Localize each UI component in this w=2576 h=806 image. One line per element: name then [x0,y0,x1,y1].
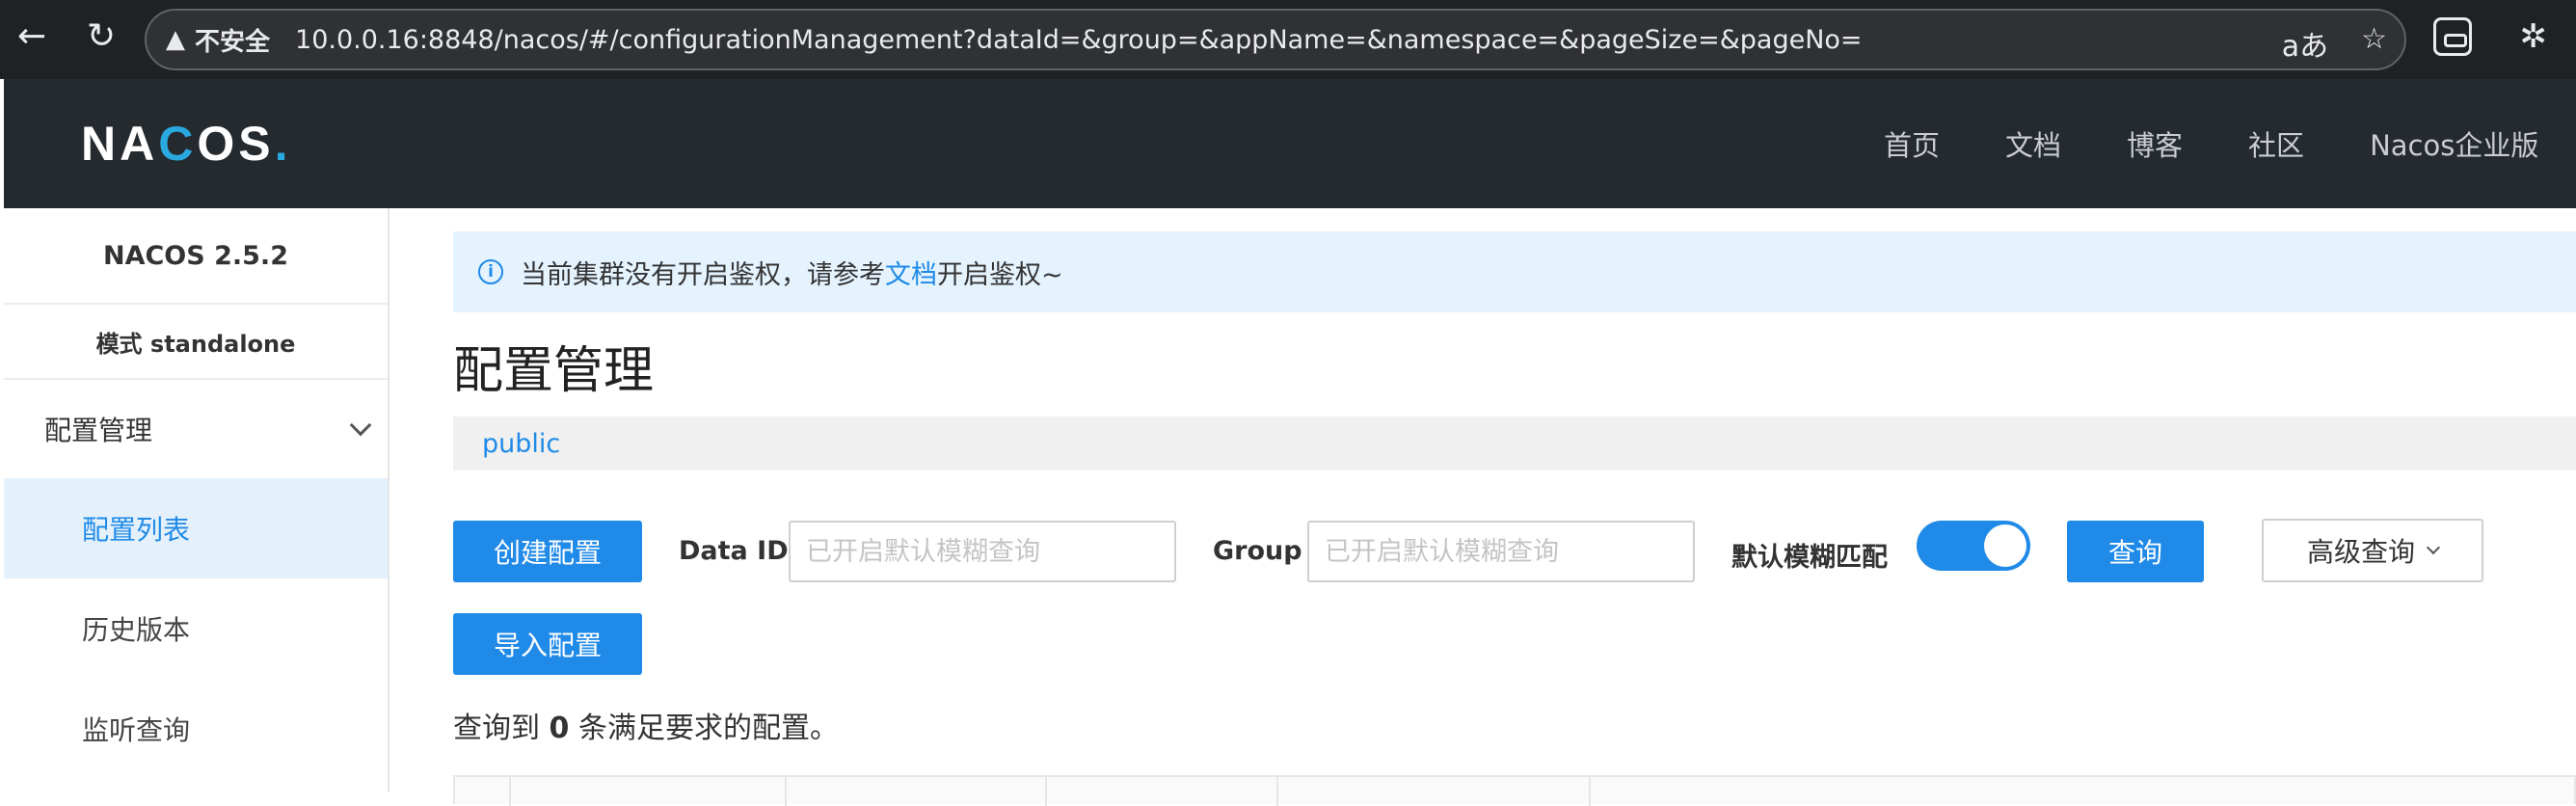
table-col-divider [1045,777,1047,806]
translate-icon[interactable]: aあ [2282,22,2328,65]
dataid-input[interactable] [789,521,1176,582]
reload-icon[interactable]: ↻ [87,19,116,54]
url-text[interactable]: 10.0.0.16:8848/nacos/#/configurationMana… [295,25,1863,55]
back-arrow-icon[interactable]: ← [17,19,46,54]
browser-toolbar: ← ↻ ▲ 不安全 10.0.0.16:8848/nacos/#/configu… [0,0,2576,79]
nav-community[interactable]: 社区 [2248,123,2304,164]
chevron-down-icon [349,414,372,437]
advanced-query-button[interactable]: 高级查询 [2262,519,2483,582]
chevron-down-icon [2426,540,2441,555]
table-col-divider [1276,777,1278,806]
dataid-label: Data ID [679,536,789,566]
address-bar[interactable]: ▲ 不安全 10.0.0.16:8848/nacos/#/configurati… [145,9,2406,70]
sidebar-group-label: 配置管理 [44,415,153,446]
nav-home[interactable]: 首页 [1884,123,1940,164]
notice-docs-link[interactable]: 文档 [885,254,937,291]
fuzzy-match-toggle[interactable] [1917,521,2030,571]
top-nav: 首页 文档 博客 社区 Nacos企业版 [1884,123,2576,164]
extensions-icon[interactable]: ✲ [2520,17,2548,56]
advanced-query-label: 高级查询 [2306,536,2415,568]
bookmark-star-icon[interactable]: ☆ [2361,22,2387,65]
sidebar-item-history[interactable]: 历史版本 [4,578,388,679]
group-label: Group [1213,536,1302,566]
not-secure-label[interactable]: 不安全 [195,22,270,58]
nacos-logo[interactable]: NACOS. [81,116,291,172]
config-table-header [453,775,2576,806]
table-col-divider [1589,777,1591,806]
namespace-public[interactable]: public [482,429,560,459]
warning-icon: ▲ [166,25,185,54]
main-content: i 当前集群没有开启鉴权，请参考 文档 开启鉴权~ 配置管理 public 创建… [389,208,2576,806]
info-icon: i [478,259,503,284]
group-input[interactable] [1307,521,1695,582]
sidebar-group-config[interactable]: 配置管理 [4,380,388,478]
page-title: 配置管理 [453,342,655,400]
nav-enterprise[interactable]: Nacos企业版 [2370,123,2538,164]
namespace-bar: public [453,416,2576,470]
import-config-button[interactable]: 导入配置 [453,613,642,675]
table-col-divider [785,777,787,806]
result-summary: 查询到 0 条满足要求的配置。 [453,712,839,745]
table-col-divider [509,777,511,806]
nav-docs[interactable]: 文档 [2005,123,2061,164]
notice-text-post: 开启鉴权~ [937,259,1063,290]
sidebar: NACOS 2.5.2 模式 standalone 配置管理 配置列表 历史版本… [4,208,389,792]
nav-blog[interactable]: 博客 [2127,123,2183,164]
query-button[interactable]: 查询 [2067,521,2204,582]
auth-notice: i 当前集群没有开启鉴权，请参考 文档 开启鉴权~ [453,231,2576,312]
sidebar-item-config-list[interactable]: 配置列表 [4,478,388,578]
notice-text-pre: 当前集群没有开启鉴权，请参考 [521,259,885,290]
fuzzy-match-label: 默认模糊匹配 [1731,543,1888,573]
app-header: NACOS. 首页 文档 博客 社区 Nacos企业版 [4,79,2576,208]
incognito-icon[interactable] [2432,17,2472,56]
sidebar-item-listener[interactable]: 监听查询 [4,679,388,779]
mode-label: 模式 standalone [4,305,388,380]
create-config-button[interactable]: 创建配置 [453,521,642,582]
result-count: 0 [549,712,570,745]
version-label: NACOS 2.5.2 [4,208,388,305]
toggle-knob [1984,524,2026,567]
